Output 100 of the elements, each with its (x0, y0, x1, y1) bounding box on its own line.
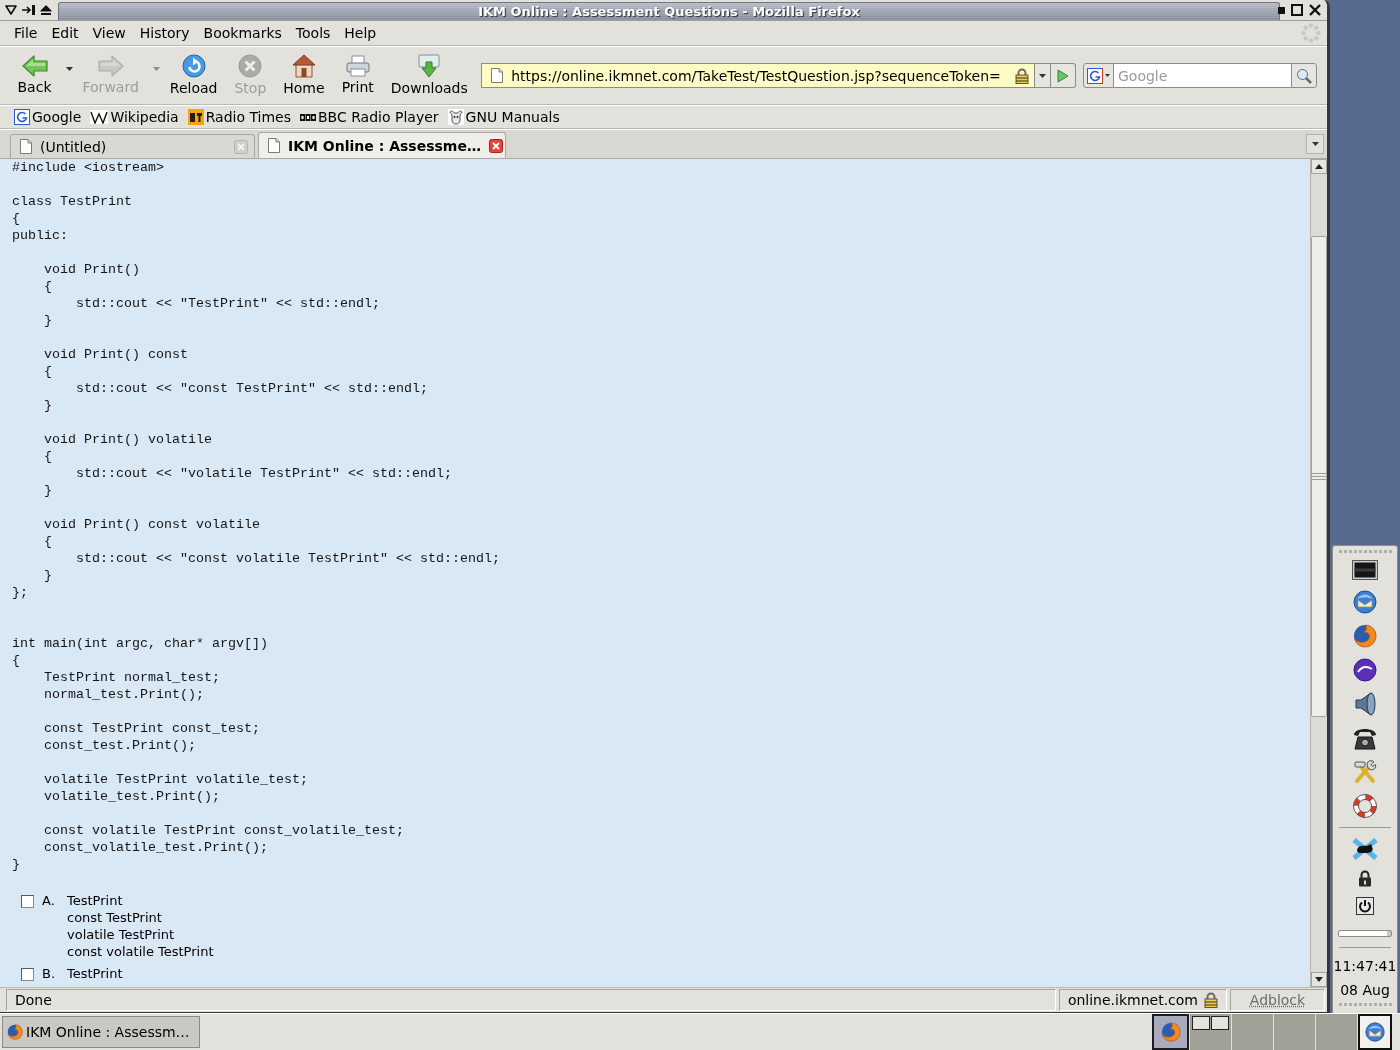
load-meter (1338, 930, 1392, 937)
grip-icon[interactable] (1338, 1003, 1392, 1006)
globe-icon (7, 1024, 23, 1040)
mini-window-icon (1192, 1016, 1210, 1030)
right-arrow-icon (97, 55, 124, 77)
scrollbar-thumb[interactable] (1311, 236, 1327, 717)
tools-icon[interactable] (1353, 760, 1377, 784)
workspace-cell[interactable] (1190, 1014, 1231, 1050)
checkbox[interactable] (21, 895, 34, 908)
menu-item[interactable]: Bookmarks (196, 23, 289, 43)
window-title: IKM Online : Assessment Questions - Mozilla Firefox (478, 4, 860, 19)
caret-icon (1039, 73, 1046, 78)
scrollbar[interactable] (1310, 159, 1327, 987)
bookmark-item[interactable]: Google (14, 109, 82, 125)
power-icon[interactable] (1356, 897, 1374, 915)
menu-item[interactable]: Edit (44, 23, 86, 43)
bookmark-item[interactable]: BBC Radio Player (300, 109, 439, 125)
mail-icon[interactable] (1353, 590, 1377, 614)
stop-icon (238, 54, 263, 78)
menu-item[interactable]: Tools (288, 23, 338, 43)
speaker-icon[interactable] (1354, 692, 1376, 716)
house-icon (291, 54, 316, 78)
task-button[interactable]: IKM Online : Assessm… (2, 1016, 200, 1048)
home-button[interactable]: Home (274, 52, 334, 99)
search-engine-button[interactable] (1083, 63, 1114, 88)
answer-letter: A. (42, 892, 56, 909)
answer-text: TestPrint (67, 965, 123, 982)
bookmark-item[interactable]: Radio Times (187, 109, 291, 125)
menu-item[interactable]: View (85, 23, 133, 43)
checkbox[interactable] (21, 968, 34, 981)
workspace-cell[interactable] (1316, 1014, 1357, 1050)
letter-g-icon (1087, 67, 1103, 84)
printer-icon (345, 55, 370, 77)
down-triangle-icon[interactable] (5, 5, 17, 15)
caret-icon (1311, 142, 1319, 146)
menu-item[interactable]: Help (337, 23, 384, 43)
letter-w-icon (90, 110, 109, 124)
back-button[interactable]: Back (9, 53, 60, 98)
caret-icon (1105, 74, 1110, 77)
mail-icon (1365, 1022, 1385, 1042)
search-field[interactable]: Google (1114, 63, 1291, 88)
telephone-icon[interactable] (1352, 726, 1378, 750)
print-button[interactable]: Print (333, 53, 383, 98)
host-text: online.ikmnet.com (1067, 992, 1198, 1008)
lock-icon (1015, 67, 1029, 84)
globe-icon (1160, 1022, 1181, 1042)
tab[interactable]: (Untitled) (10, 134, 255, 158)
tab-list-button[interactable] (1306, 134, 1324, 154)
close-icon[interactable] (1309, 4, 1321, 16)
scroll-down-button[interactable] (1311, 972, 1327, 987)
editor-icon[interactable] (1353, 658, 1377, 682)
letter-g-icon (14, 109, 30, 125)
download-icon (417, 54, 442, 78)
bookmark-item[interactable]: Wikipedia (90, 109, 179, 125)
addon-button[interactable]: Adblock (1230, 989, 1325, 1011)
minimize-icon[interactable] (1278, 6, 1285, 14)
bookmark-item[interactable]: GNU Manuals (447, 109, 560, 125)
answer-text: TestPrint const TestPrint volatile TestPrint const volatile TestPrint (67, 892, 214, 960)
scroll-up-button[interactable] (1311, 159, 1327, 174)
search-icon (1296, 67, 1312, 84)
grip-icon[interactable] (1338, 550, 1392, 553)
play-icon (1057, 68, 1069, 83)
terminal-icon[interactable] (1352, 560, 1378, 580)
blocks-icon (300, 113, 316, 121)
tile-icon (187, 109, 204, 125)
tray-button[interactable] (1358, 1014, 1392, 1050)
eject-icon[interactable] (40, 5, 52, 15)
lifebuoy-icon[interactable] (1353, 794, 1377, 818)
close-icon[interactable] (488, 138, 503, 153)
menu-item[interactable]: File (7, 23, 45, 43)
tab[interactable]: IKM Online : Assessme… (258, 132, 506, 158)
page-icon (268, 138, 280, 153)
status-text: Done (6, 989, 1056, 1011)
reload-icon (181, 54, 206, 78)
answer-letter: B. (42, 965, 57, 982)
maximize-icon[interactable] (1291, 4, 1303, 16)
reload-button[interactable]: Reload (161, 52, 226, 99)
workspace-cell[interactable] (1232, 1014, 1273, 1050)
globe-icon[interactable] (1353, 624, 1377, 648)
page-icon (20, 139, 32, 154)
arrow-to-bar-icon[interactable] (22, 5, 35, 15)
mini-window-icon (1211, 1016, 1229, 1030)
throbber-icon (1301, 23, 1321, 43)
downloads-button[interactable]: Downloads (382, 52, 477, 99)
page-icon (491, 68, 504, 83)
down-arrow-icon (1315, 977, 1323, 982)
lock-icon[interactable] (1358, 870, 1372, 887)
caret-icon[interactable] (66, 66, 73, 71)
left-arrow-icon (21, 55, 48, 77)
history-dropdown-button[interactable] (1034, 63, 1051, 88)
menu-item[interactable]: History (132, 23, 197, 43)
up-arrow-icon (1315, 164, 1323, 169)
clock-time: 11:47:41 (1333, 957, 1397, 975)
mouse-icon[interactable] (1352, 838, 1378, 860)
animal-head-icon (447, 109, 464, 125)
search-button[interactable] (1291, 63, 1317, 88)
address-field[interactable]: https://online.ikmnet.com/TakeTest/TestQuestion.jsp?sequenceToken= (481, 63, 1034, 88)
workspace-cell[interactable] (1274, 1014, 1315, 1050)
clock-date: 08 Aug (1340, 981, 1390, 999)
launcher-button[interactable] (1152, 1014, 1189, 1050)
